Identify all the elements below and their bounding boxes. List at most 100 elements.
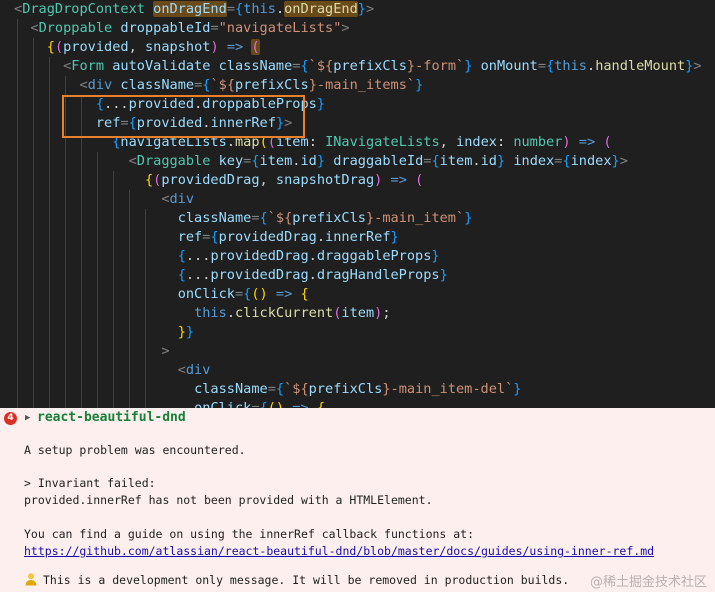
code-token: ; [382, 305, 391, 321]
code-token: className [218, 58, 293, 74]
code-token: { [46, 39, 55, 55]
code-token: index [513, 153, 555, 169]
code-line[interactable]: <Draggable key={item.id} draggableId={it… [14, 152, 628, 171]
code-token: draggableProps [316, 248, 432, 264]
code-token: { [235, 1, 244, 17]
code-token: draggableId [333, 153, 424, 169]
code-token: this [554, 58, 587, 74]
code-line[interactable]: {(provided, snapshot) => ( [14, 38, 260, 57]
code-line[interactable]: onClick={() => { [14, 285, 309, 304]
code-token: . [308, 267, 317, 283]
code-token: div [185, 362, 211, 378]
code-line[interactable]: <Droppable droppableId="navigateLists"> [14, 19, 350, 38]
code-line[interactable]: <div className={`${prefixCls}-main_items… [14, 76, 423, 95]
code-token: = [234, 286, 244, 302]
code-token: dragHandleProps [316, 267, 440, 283]
error-source-label[interactable]: react-beautiful-dnd [37, 409, 186, 427]
code-token: , [128, 39, 145, 55]
code-token: { [275, 381, 285, 397]
code-line[interactable]: {...providedDrag.draggableProps} [14, 247, 440, 266]
code-token: }-main_item-del` [382, 381, 514, 397]
code-token: key [218, 153, 244, 169]
code-token: . [226, 305, 235, 321]
code-token: autoValidate [112, 58, 219, 74]
code-line[interactable]: <div [14, 190, 194, 209]
code-token: { [251, 153, 260, 169]
code-token: } [611, 153, 620, 169]
code-line[interactable]: {...providedDrag.dragHandleProps} [14, 266, 448, 285]
code-token: }-main_items` [308, 77, 416, 93]
code-token: onMount [480, 58, 538, 74]
code-line[interactable]: className={`${prefixCls}-main_item`} [14, 209, 473, 228]
code-line[interactable]: }} [14, 323, 194, 342]
code-token: , [259, 172, 276, 188]
code-token: ) [562, 134, 571, 150]
code-token: onClick [177, 286, 235, 302]
code-token: { [177, 248, 186, 264]
code-token: : [496, 134, 514, 150]
code-token: = [537, 58, 547, 74]
code-token: } [513, 381, 522, 397]
code-line[interactable]: className={`${prefixCls}-main_item-del`} [14, 380, 521, 399]
code-token: } [431, 248, 440, 264]
code-token: { [210, 229, 219, 245]
code-token: < [14, 58, 72, 74]
code-token: } [357, 1, 366, 17]
code-token: provided [63, 39, 129, 55]
code-token: { [300, 286, 309, 302]
code-editor[interactable]: <DragDropContext onDragEnd={this.onDragE… [0, 0, 715, 408]
watermark: @稀土掘金技术社区 [589, 575, 707, 590]
code-token: ... [185, 248, 211, 264]
code-token: item [341, 305, 375, 321]
code-line[interactable]: <div [14, 361, 211, 380]
code-token: snapshotDrag [275, 172, 375, 188]
code-token: id [480, 153, 497, 169]
code-token: ( [603, 134, 612, 150]
code-token: providedDrag [218, 229, 317, 245]
guide-link[interactable]: https://github.com/atlassian/react-beaut… [24, 544, 654, 559]
code-line[interactable]: ref={providedDrag.innerRef} [14, 228, 399, 247]
code-token: index [456, 134, 497, 150]
code-token: "navigateLists" [218, 20, 342, 36]
code-token: `${ [308, 58, 334, 74]
code-line[interactable]: {(providedDrag, snapshotDrag) => ( [14, 171, 423, 190]
expand-triangle-icon[interactable]: ▶ [25, 411, 30, 426]
code-line[interactable]: this.clickCurrent(item); [14, 304, 391, 323]
code-token: > [693, 58, 702, 74]
code-token: () [251, 286, 268, 302]
code-token: ( [251, 39, 260, 55]
code-token: } [439, 267, 448, 283]
code-token: . [472, 153, 481, 169]
invariant-text: > Invariant failed: [24, 476, 156, 490]
code-token: innerRef [325, 229, 391, 245]
code-token: { [562, 153, 571, 169]
code-token: { [177, 267, 186, 283]
code-line[interactable]: <Form autoValidate className = {`${prefixC… [14, 57, 702, 76]
code-token: { [259, 210, 268, 226]
code-token: { [144, 172, 154, 188]
code-line[interactable]: <DragDropContext onDragEnd={this.onDragE… [14, 0, 374, 19]
code-line[interactable]: > [14, 342, 169, 361]
code-token: > [341, 20, 350, 36]
code-token: } [415, 77, 424, 93]
code-token: Draggable [136, 153, 219, 169]
code-line[interactable]: onClick={() => { [14, 399, 325, 408]
code-token: => [578, 134, 596, 150]
code-token: } [177, 324, 186, 340]
code-token: item [259, 153, 293, 169]
code-token: < [14, 77, 88, 93]
code-token: }-form` [406, 58, 465, 74]
person-icon [25, 573, 37, 586]
code-token: prefixCls [333, 58, 407, 74]
code-token: = [210, 20, 219, 36]
code-token: droppableId [120, 20, 211, 36]
